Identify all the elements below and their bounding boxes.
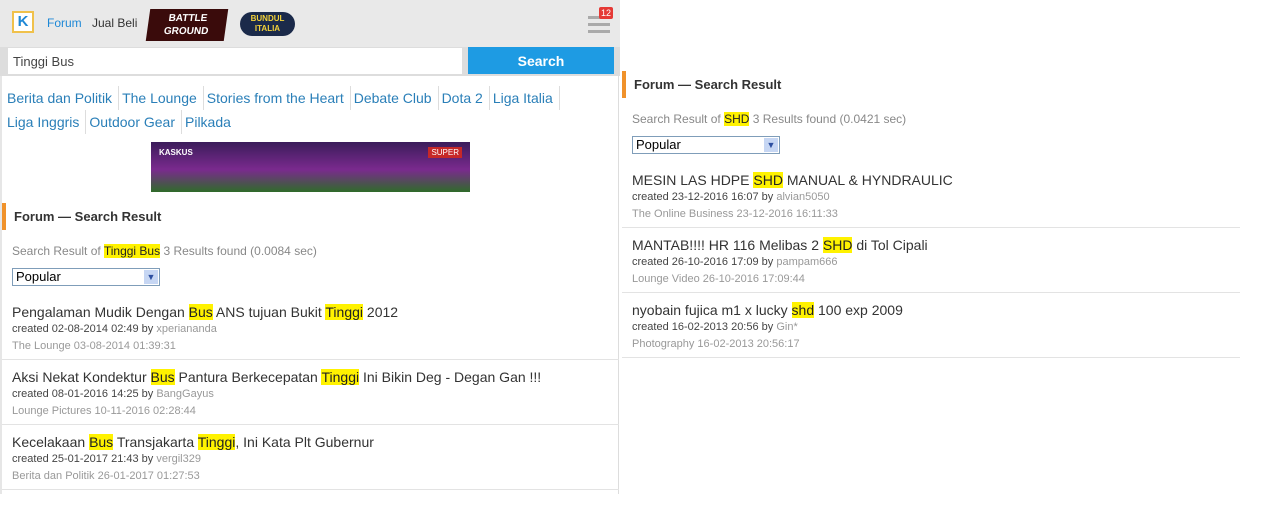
tab-liga-inggris[interactable]: Liga Inggris [7,110,87,134]
nav-jual-beli[interactable]: Jual Beli [92,16,137,30]
search-query: Tinggi Bus [103,244,161,258]
title-text: di Tol Cipali [852,237,928,253]
banner-ad[interactable]: KASKUS SUPER [151,142,470,192]
tab-stories-from-the-heart[interactable]: Stories from the Heart [207,86,351,110]
chevron-down-icon[interactable]: ▼ [764,138,778,152]
result-title-link[interactable]: Pengalaman Mudik Dengan Bus ANS tujuan B… [12,303,609,321]
user-link[interactable]: xperiananda [156,323,217,335]
banner-brand: KASKUS [159,148,193,157]
forum-info[interactable]: Lounge Pictures 10-11-2016 02:28:44 [12,405,609,417]
highlight: Tinggi [197,434,236,450]
search-query: SHD [724,112,750,126]
highlight: Bus [150,369,175,385]
header: K Forum Jual Beli BATTLE GROUND BUNDUL I… [0,0,620,47]
result-summary: Search Result of SHD 3 Results found (0.… [632,112,1240,126]
search-button[interactable]: Search [468,47,614,74]
forum-tabs: Berita dan Politik The Lounge Stories from… [7,86,607,134]
result-title-link[interactable]: MANTAB!!!! HR 116 Melibas 2 SHD di Tol C… [632,236,1230,254]
left-search-results: Forum — Search Result Search Result of T… [2,203,619,490]
tab-dota-2[interactable]: Dota 2 [442,86,490,110]
forum-info[interactable]: Photography 16-02-2013 20:56:17 [632,338,1230,350]
created-text: created 02-08-2014 02:49 by [12,323,154,335]
title-text: 2012 [363,304,399,320]
chevron-down-icon[interactable]: ▼ [144,270,158,284]
title-text: ANS tujuan Bukit [212,304,326,320]
user-link[interactable]: Gin* [776,321,797,333]
result-title-link[interactable]: Kecelakaan Bus Transjakarta Tinggi, Ini … [12,433,609,451]
tab-outdoor-gear[interactable]: Outdoor Gear [89,110,182,134]
tab-pilkada[interactable]: Pilkada [185,110,237,134]
user-link[interactable]: vergil329 [156,453,201,465]
title-text: MESIN LAS HDPE [632,172,754,188]
right-search-results: Forum — Search Result Search Result of S… [622,71,1240,358]
result-item: Aksi Nekat Kondektur Bus Pantura Berkece… [2,360,619,425]
summary-prefix: Search Result of [632,112,721,126]
notification-badge: 12 [599,7,614,19]
sort-value: Popular [16,269,61,284]
sort-select[interactable]: Popular ▼ [12,268,160,286]
result-item: Kecelakaan Bus Transjakarta Tinggi, Ini … [2,425,619,490]
created-text: created 16-02-2013 20:56 by [632,321,774,333]
bundul-italia-logo[interactable]: BUNDUL ITALIA [240,12,295,36]
title-text: Ini Bikin Deg - Degan Gan !!! [359,369,542,385]
result-item: Pengalaman Mudik Dengan Bus ANS tujuan B… [2,295,619,360]
battleground-logo[interactable]: BATTLE GROUND [145,9,229,41]
result-item: MANTAB!!!! HR 116 Melibas 2 SHD di Tol C… [622,228,1240,293]
section-title: Forum — Search Result [2,203,619,230]
title-text: MANUAL & HYNDRAULIC [782,172,953,188]
result-title-link[interactable]: Aksi Nekat Kondektur Bus Pantura Berkece… [12,368,609,386]
title-text: , Ini Kata Plt Gubernur [235,434,374,450]
title-text: Pengalaman Mudik Dengan [12,304,189,320]
highlight: Tinggi [325,304,364,320]
forum-info[interactable]: Berita dan Politik 26-01-2017 01:27:53 [12,470,609,482]
result-item: nyobain fujica m1 x lucky shd 100 exp 20… [622,293,1240,358]
created-text: created 25-01-2017 21:43 by [12,453,154,465]
highlight: Bus [89,434,114,450]
created-text: created 26-10-2016 17:09 by [632,256,774,268]
title-text: 100 exp 2009 [814,302,903,318]
summary-count: 3 Results found (0.0421 sec) [752,112,907,126]
highlight: SHD [822,237,853,253]
tab-liga-italia[interactable]: Liga Italia [493,86,560,110]
highlight: Tinggi [321,369,360,385]
user-link[interactable]: alvian5050 [776,191,829,203]
highlight: shd [791,302,815,318]
highlight: Bus [188,304,213,320]
title-text: Aksi Nekat Kondektur [12,369,151,385]
tab-berita-dan-politik[interactable]: Berita dan Politik [7,86,120,110]
tab-debate-club[interactable]: Debate Club [354,86,439,110]
result-title-link[interactable]: nyobain fujica m1 x lucky shd 100 exp 20… [632,301,1230,319]
highlight: SHD [753,172,783,188]
forum-info[interactable]: The Lounge 03-08-2014 01:39:31 [12,340,609,352]
created-text: created 23-12-2016 16:07 by [632,191,774,203]
user-link[interactable]: pampam666 [776,256,837,268]
title-text: nyobain fujica m1 x lucky [632,302,792,318]
search-input[interactable] [8,48,462,74]
result-title-link[interactable]: MESIN LAS HDPE SHD MANUAL & HYNDRAULIC [632,171,1230,189]
sort-select[interactable]: Popular ▼ [632,136,780,154]
result-summary: Search Result of Tinggi Bus 3 Results fo… [12,244,619,258]
nav-forum[interactable]: Forum [47,16,82,30]
result-list: Pengalaman Mudik Dengan Bus ANS tujuan B… [2,295,619,490]
tab-the-lounge[interactable]: The Lounge [122,86,204,110]
title-text: Kecelakaan [12,434,90,450]
forum-info[interactable]: Lounge Video 26-10-2016 17:09:44 [632,273,1230,285]
title-text: Pantura Berkecepatan [174,369,322,385]
forum-info[interactable]: The Online Business 23-12-2016 16:11:33 [632,208,1230,220]
summary-count: 3 Results found (0.0084 sec) [163,244,317,258]
created-text: created 08-01-2016 14:25 by [12,388,154,400]
title-text: Transjakarta [113,434,198,450]
user-link[interactable]: BangGayus [156,388,213,400]
summary-prefix: Search Result of [12,244,101,258]
title-text: MANTAB!!!! HR 116 Melibas 2 [632,237,823,253]
section-title: Forum — Search Result [622,71,1240,98]
result-list: MESIN LAS HDPE SHD MANUAL & HYNDRAULIC cr… [622,163,1240,358]
sort-value: Popular [636,137,681,152]
kaskus-logo[interactable]: K [12,11,34,33]
result-item: MESIN LAS HDPE SHD MANUAL & HYNDRAULIC cr… [622,163,1240,228]
banner-tag: SUPER [428,147,462,158]
